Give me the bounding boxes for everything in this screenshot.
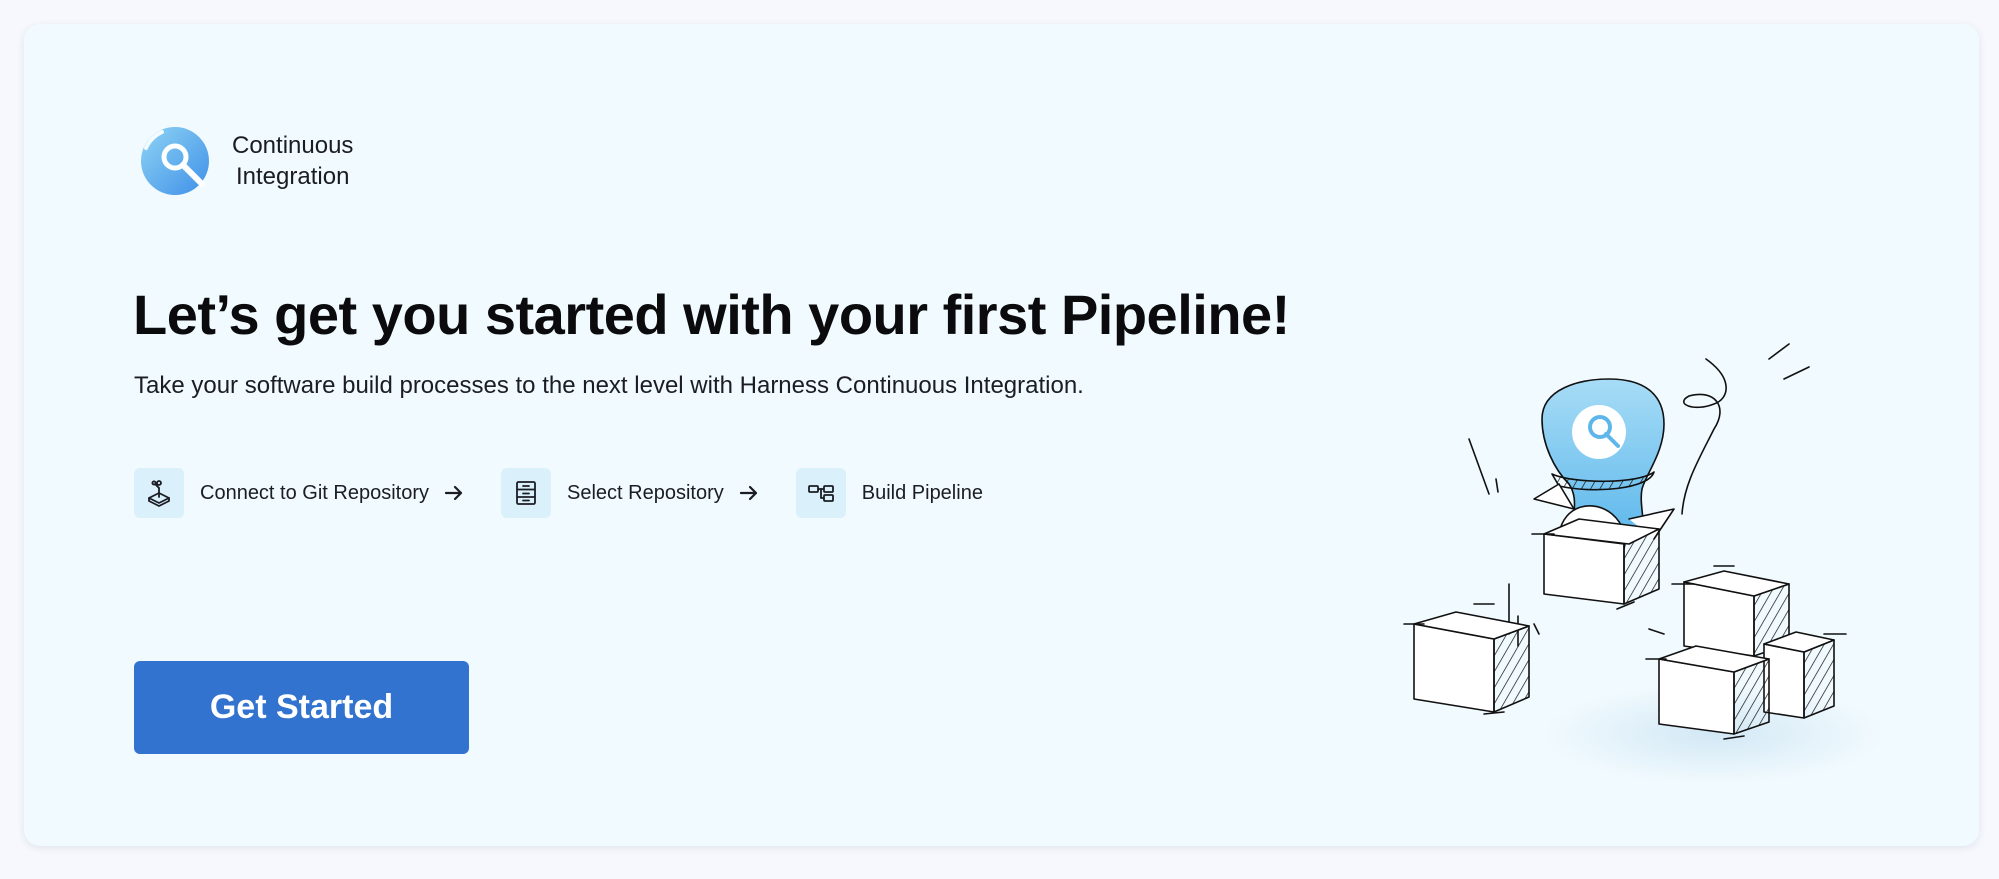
onboarding-card: Continuous Integration Let’s get you sta… [24, 24, 1979, 846]
pipeline-flow-icon [807, 485, 834, 502]
step-connect-git-label: Connect to Git Repository [200, 481, 429, 504]
page-title: Let’s get you started with your first Pi… [133, 283, 1290, 346]
arrow-right-icon [739, 485, 757, 501]
module-logo: Continuous Integration [140, 126, 353, 196]
module-name-line2: Integration [236, 163, 350, 190]
step-build-pipeline-label: Build Pipeline [861, 481, 983, 504]
step-connect-git[interactable]: Connect to Git Repository [134, 468, 501, 518]
arrow-right-icon [444, 485, 463, 501]
boxes-illustration [1403, 343, 1884, 784]
ci-module-logo-icon [141, 127, 209, 195]
module-name-line1: Continuous [232, 132, 354, 159]
module-name: Continuous Integration [232, 130, 353, 192]
step-build-pipeline[interactable]: Build Pipeline [795, 468, 983, 518]
step-select-repository[interactable]: Select Repository [501, 468, 796, 518]
repository-cabinet-icon [516, 481, 536, 505]
git-repo-connector-icon [148, 480, 170, 507]
get-started-button[interactable]: Get Started [134, 661, 469, 754]
step-select-repository-label: Select Repository [567, 481, 724, 504]
onboarding-steps: Connect to Git Repository Select Reposit… [134, 468, 983, 518]
page-subtitle: Take your software build processes to th… [134, 372, 1084, 399]
